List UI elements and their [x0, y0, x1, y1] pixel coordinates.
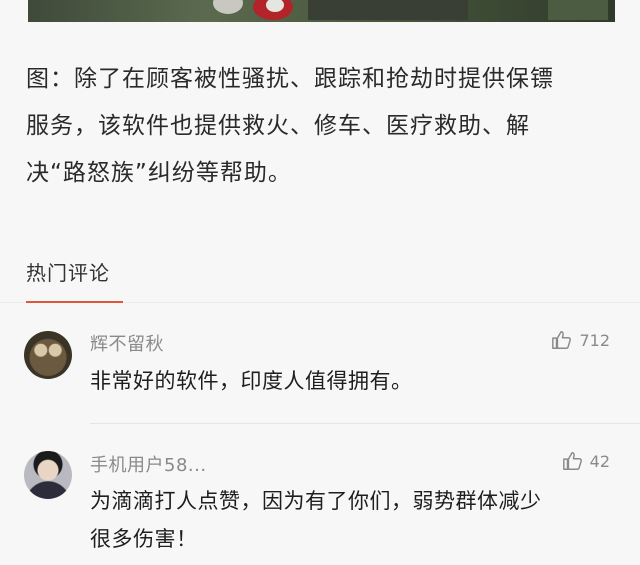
- owl-avatar[interactable]: [24, 331, 72, 379]
- comment-text-line: 为滴滴打人点赞，因为有了你们，弱势群体减少: [90, 489, 542, 513]
- thumbs-up-icon: [562, 452, 582, 470]
- like-count: 712: [579, 330, 610, 350]
- like-count: 42: [589, 451, 610, 471]
- comment-username[interactable]: 手机用户58...: [90, 451, 207, 477]
- comment-text-line: 非常好的软件，印度人值得拥有。: [90, 369, 413, 393]
- like-button[interactable]: 712: [551, 329, 610, 351]
- caption-line: 图：除了在顾客被性骚扰、跟踪和抢劫时提供保镖: [26, 66, 554, 92]
- section-title-underline: [26, 301, 123, 303]
- comment-divider: [90, 423, 640, 424]
- comment-text: 为滴滴打人点赞，因为有了你们，弱势群体减少 很多伤害！: [90, 482, 620, 558]
- comment-text: 非常好的软件，印度人值得拥有。: [90, 362, 620, 400]
- image-caption: 图：除了在顾客被性骚扰、跟踪和抢劫时提供保镖 服务，该软件也提供救火、修车、医疗…: [26, 56, 616, 197]
- comment-username[interactable]: 辉不留秋: [90, 330, 164, 356]
- caption-line: 服务，该软件也提供救火、修车、医疗救助、解: [26, 113, 530, 139]
- thumbs-up-icon: [552, 331, 572, 349]
- hot-comments-title: 热门评论: [26, 261, 110, 285]
- comment-text-line: 很多伤害！: [90, 527, 198, 551]
- article-image: [28, 0, 615, 22]
- person-avatar[interactable]: [24, 451, 72, 499]
- like-button[interactable]: 42: [562, 450, 610, 472]
- caption-line: 决“路怒族”纠纷等帮助。: [26, 160, 292, 186]
